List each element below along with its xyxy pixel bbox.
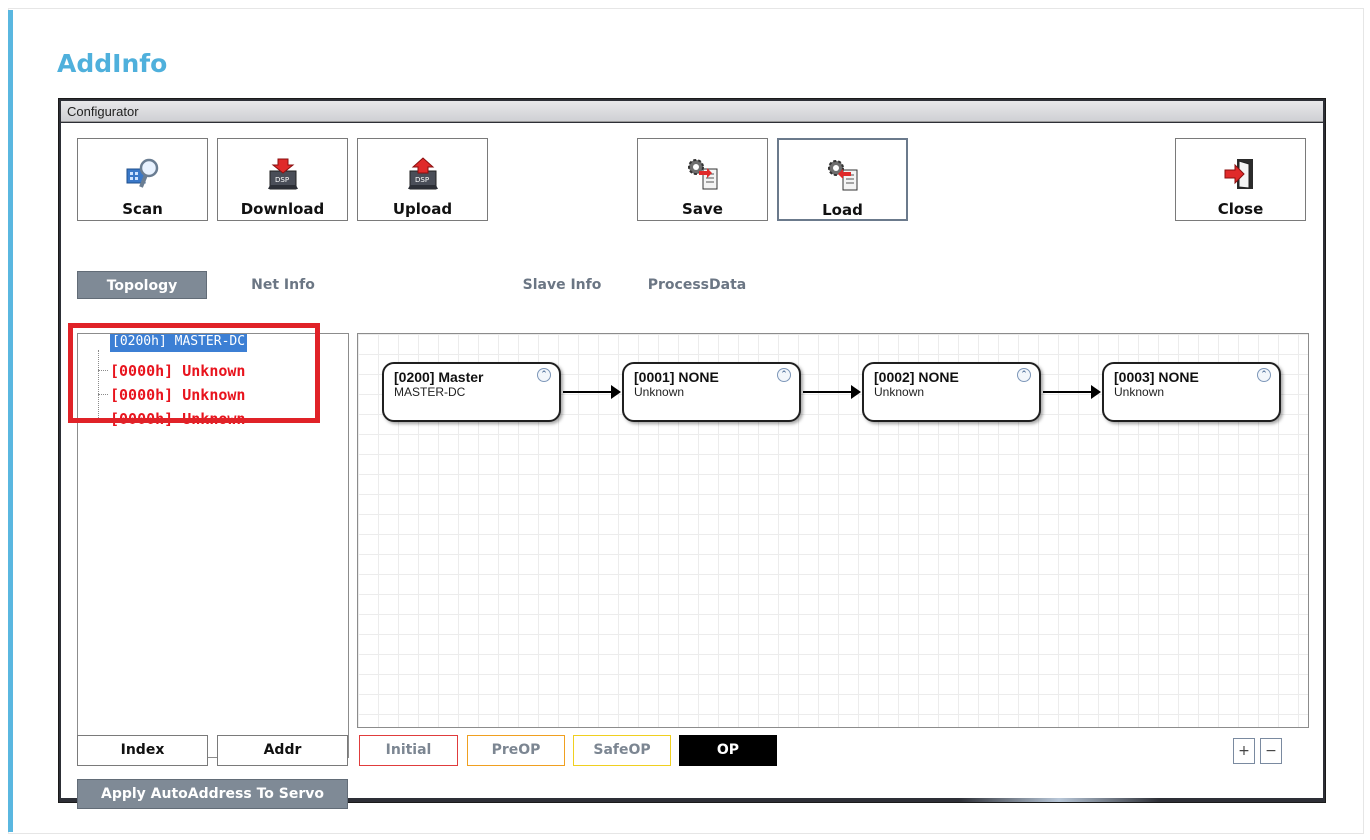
state-initial-button[interactable]: Initial — [359, 735, 458, 766]
configurator-window: Configurator Scan DSP Download DSP Uploa… — [58, 98, 1326, 809]
download-icon: DSP — [267, 158, 298, 190]
scan-label: Scan — [122, 200, 163, 218]
save-icon — [687, 159, 717, 190]
save-button[interactable]: Save — [637, 138, 768, 221]
upload-icon: DSP — [407, 157, 438, 190]
device-subtitle: Unknown — [634, 385, 685, 399]
upload-label: Upload — [392, 200, 453, 218]
window-titlebar[interactable]: Configurator — [61, 101, 1323, 122]
device-title: [0003] NONE — [1114, 369, 1199, 385]
svg-text:DSP: DSP — [415, 176, 429, 184]
state-preop-button[interactable]: PreOP — [467, 735, 565, 766]
window-title: Configurator — [67, 104, 139, 119]
collapse-icon[interactable]: ⌃ — [777, 368, 791, 382]
download-button[interactable]: DSP Download — [217, 138, 348, 221]
scan-button[interactable]: Scan — [77, 138, 208, 221]
device-node-master[interactable]: [0200] Master MASTER-DC ⌃ — [382, 362, 561, 422]
save-label: Save — [682, 200, 723, 218]
topology-canvas[interactable]: [0200] Master MASTER-DC ⌃ [0001] NONE Un… — [357, 333, 1309, 728]
connection-arrow — [563, 385, 621, 399]
device-subtitle: MASTER-DC — [394, 385, 466, 399]
tab-slave-info[interactable]: Slave Info — [507, 271, 617, 299]
close-label: Close — [1217, 200, 1264, 218]
load-label: Load — [822, 201, 863, 219]
device-subtitle: Unknown — [1114, 385, 1165, 399]
tab-topology[interactable]: Topology — [77, 271, 207, 299]
device-node-0001[interactable]: [0001] NONE Unknown ⌃ — [622, 362, 801, 422]
window-edge — [959, 798, 1159, 802]
scan-icon — [126, 158, 158, 188]
zoom-in-button[interactable]: + — [1233, 738, 1255, 764]
device-node-0002[interactable]: [0002] NONE Unknown ⌃ — [862, 362, 1041, 422]
state-op-button[interactable]: OP — [679, 735, 777, 766]
device-subtitle: Unknown — [874, 385, 925, 399]
accent-bar — [8, 10, 13, 832]
svg-text:DSP: DSP — [275, 176, 289, 184]
addr-button[interactable]: Addr — [217, 735, 348, 766]
tab-net-info[interactable]: Net Info — [233, 271, 333, 299]
zoom-out-button[interactable]: − — [1260, 738, 1282, 764]
tab-processdata[interactable]: ProcessData — [637, 271, 757, 299]
index-button[interactable]: Index — [77, 735, 208, 766]
close-button[interactable]: Close — [1175, 138, 1306, 221]
load-icon — [827, 160, 857, 191]
page-title: AddInfo — [57, 49, 168, 78]
apply-autoaddress-button[interactable]: Apply AutoAddress To Servo — [77, 779, 348, 809]
device-node-0003[interactable]: [0003] NONE Unknown ⌃ — [1102, 362, 1281, 422]
connection-arrow — [803, 385, 861, 399]
upload-button[interactable]: DSP Upload — [357, 138, 488, 221]
collapse-icon[interactable]: ⌃ — [1017, 368, 1031, 382]
download-label: Download — [240, 200, 325, 218]
window-client: Scan DSP Download DSP Upload Save Load C… — [61, 123, 1323, 809]
load-button[interactable]: Load — [777, 138, 908, 221]
state-safeop-button[interactable]: SafeOP — [573, 735, 671, 766]
highlight-box — [68, 323, 320, 423]
device-title: [0200] Master — [394, 369, 484, 385]
collapse-icon[interactable]: ⌃ — [537, 368, 551, 382]
device-title: [0002] NONE — [874, 369, 959, 385]
device-title: [0001] NONE — [634, 369, 719, 385]
connection-arrow — [1043, 385, 1101, 399]
close-door-icon — [1224, 159, 1253, 189]
collapse-icon[interactable]: ⌃ — [1257, 368, 1271, 382]
